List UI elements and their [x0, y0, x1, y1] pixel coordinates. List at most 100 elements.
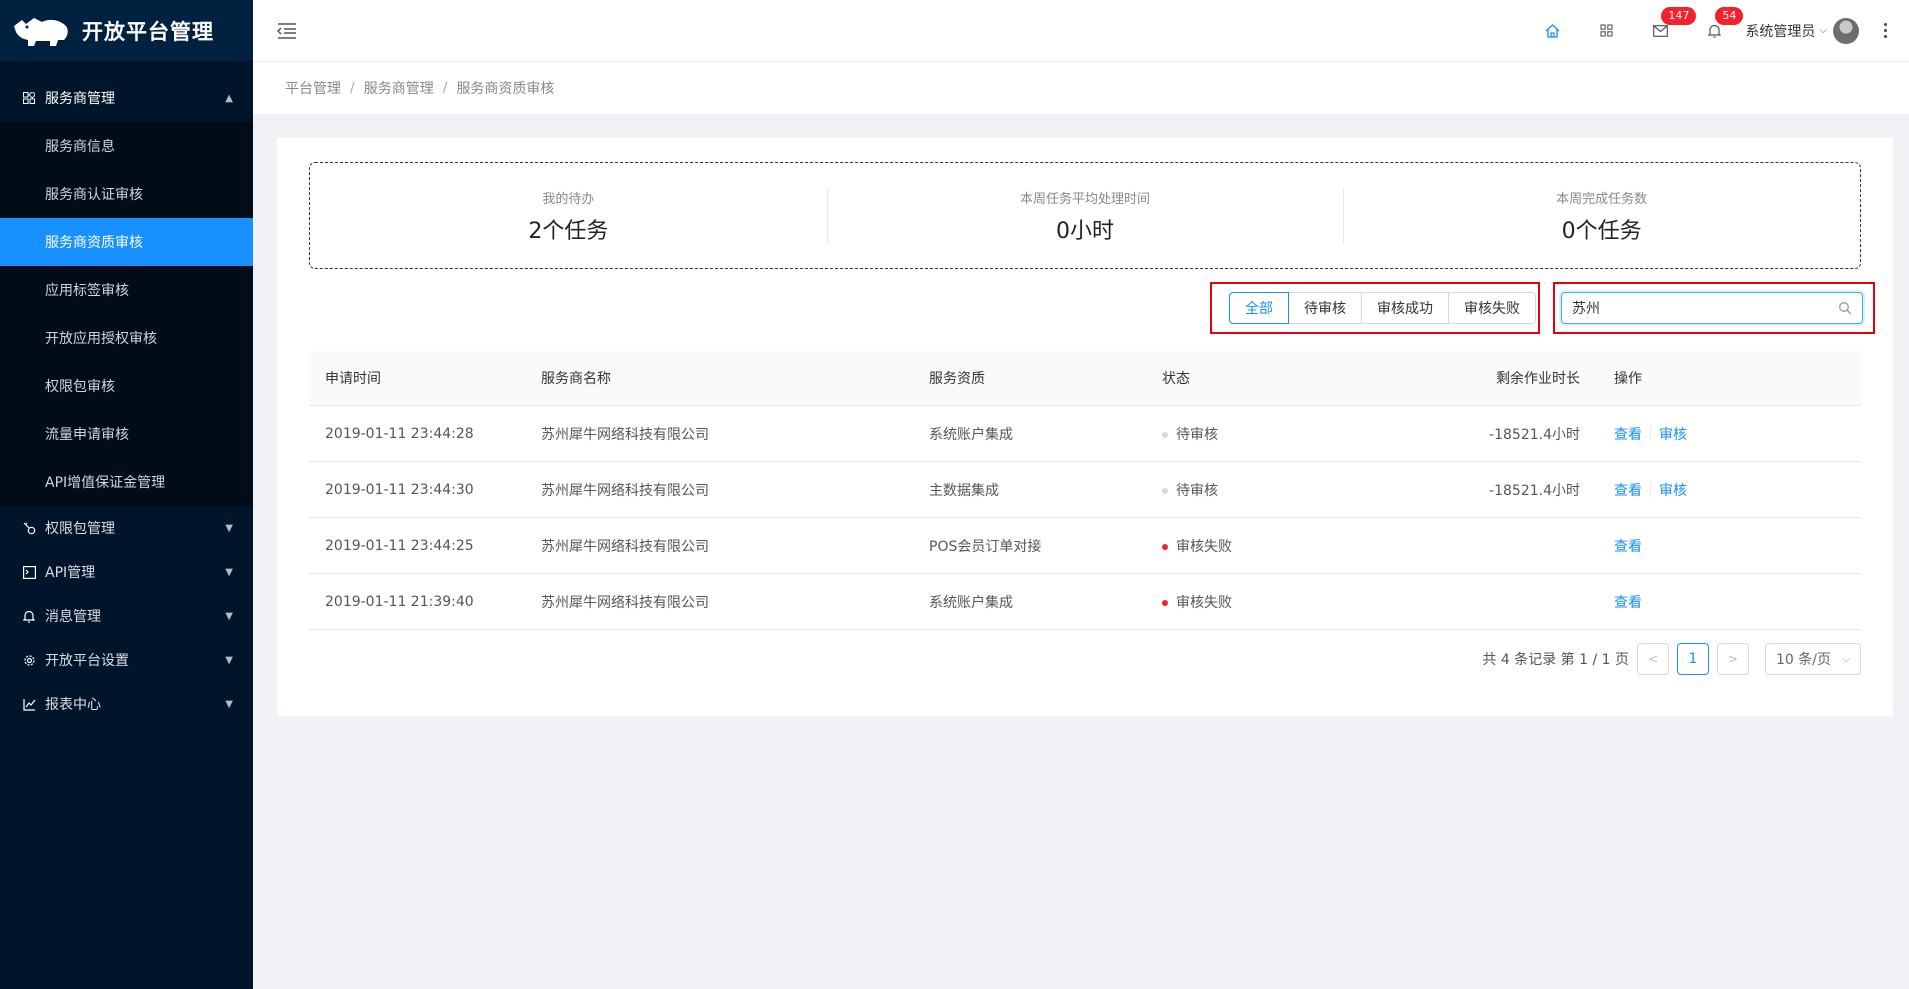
table-row: 2019-01-11 23:44:28 苏州犀牛网络科技有限公司 系统账户集成 … — [309, 406, 1861, 462]
apps-button[interactable] — [1579, 0, 1633, 61]
view-link[interactable]: 查看 — [1614, 536, 1642, 556]
status-text: 待审核 — [1176, 426, 1218, 443]
status-dot — [1162, 487, 1168, 494]
filter-approved-button[interactable]: 审核成功 — [1361, 292, 1449, 324]
status-dot — [1162, 431, 1168, 438]
top-header: 147 54 系统管理员 ⌵ — [253, 0, 1909, 61]
sidebar-item-permission-package[interactable]: 权限包管理 ▼ — [0, 506, 253, 550]
menu-item-label: 报表中心 — [45, 697, 101, 713]
column-header-qualification: 服务资质 — [929, 371, 985, 387]
next-page-button[interactable]: > — [1717, 643, 1749, 675]
avatar — [1833, 17, 1859, 44]
user-menu[interactable]: 系统管理员 ⌵ — [1745, 17, 1859, 44]
breadcrumb-item-provider[interactable]: 服务商管理 — [364, 78, 434, 98]
cell-status: 审核失败 — [1162, 592, 1392, 612]
submenu-provider: 服务商信息 服务商认证审核 服务商资质审核 应用标签审核 开放应用授权审核 权限… — [0, 122, 253, 506]
sidebar-item-provider-info[interactable]: 服务商信息 — [0, 122, 253, 170]
page-number-button[interactable]: 1 — [1677, 643, 1709, 675]
notification-button[interactable]: 54 — [1687, 0, 1744, 61]
stat-avg-time: 本周任务平均处理时间 0小时 — [826, 187, 1344, 244]
chevron-down-icon: ▼ — [225, 698, 233, 710]
sidebar-item-api-deposit[interactable]: API增值保证金管理 — [0, 458, 253, 506]
table-row: 2019-01-11 23:44:30 苏州犀牛网络科技有限公司 主数据集成 待… — [309, 462, 1861, 518]
rhino-logo-icon — [14, 17, 68, 46]
menu-item-label: 消息管理 — [45, 609, 101, 625]
user-name: 系统管理员 — [1745, 23, 1816, 40]
cell-qualification: 系统账户集成 — [929, 594, 1013, 611]
cell-qualification: POS会员订单对接 — [929, 538, 1042, 555]
view-link[interactable]: 查看 — [1614, 592, 1642, 612]
cell-qualification: 主数据集成 — [929, 482, 999, 499]
cell-status: 待审核 — [1162, 480, 1392, 500]
cell-qualification: 系统账户集成 — [929, 426, 1013, 443]
home-button[interactable] — [1525, 0, 1579, 61]
prev-page-button[interactable]: < — [1637, 643, 1669, 675]
sidebar: 开放平台管理 服务商管理 ▲ 服务商信息 服务商认证审核 服务商资质审核 应用标… — [0, 0, 253, 989]
stat-label: 本周任务平均处理时间 — [1020, 191, 1151, 207]
cell-status: 审核失败 — [1162, 536, 1392, 556]
status-text: 待审核 — [1176, 482, 1218, 499]
review-link[interactable]: 审核 — [1659, 424, 1687, 444]
table-row: 2019-01-11 21:39:40 苏州犀牛网络科技有限公司 系统账户集成 … — [309, 574, 1861, 630]
chevron-down-icon: ▼ — [225, 566, 233, 578]
sidebar-item-traffic-review[interactable]: 流量申请审核 — [0, 410, 253, 458]
cell-time: 2019-01-11 23:44:25 — [325, 537, 474, 554]
cell-name: 苏州犀牛网络科技有限公司 — [541, 426, 709, 443]
action-divider — [1650, 426, 1651, 441]
review-table: 申请时间 服务商名称 服务资质 状态 剩余作业时长 操作 2019-01-11 … — [309, 351, 1861, 630]
breadcrumb: 平台管理 / 服务商管理 / 服务商资质审核 — [253, 61, 1909, 114]
cell-remaining: -18521.4小时 — [1489, 426, 1580, 443]
cell-remaining: -18521.4小时 — [1489, 482, 1580, 499]
filter-all-button[interactable]: 全部 — [1229, 292, 1289, 324]
filter-pending-button[interactable]: 待审核 — [1288, 292, 1362, 324]
stat-value: 0小时 — [1056, 218, 1114, 244]
sidebar-item-message-management[interactable]: 消息管理 ▼ — [0, 594, 253, 638]
sidebar-item-api-management[interactable]: API管理 ▼ — [0, 550, 253, 594]
filter-rejected-button[interactable]: 审核失败 — [1448, 292, 1536, 324]
stat-label: 我的待办 — [542, 191, 595, 207]
notification-badge: 54 — [1715, 7, 1744, 25]
status-text: 审核失败 — [1176, 594, 1232, 611]
mail-icon — [1653, 24, 1668, 37]
stat-value: 0个任务 — [1561, 218, 1642, 244]
sidebar-item-provider-cert-review[interactable]: 服务商认证审核 — [0, 170, 253, 218]
menu-item-label: 开放平台设置 — [45, 653, 129, 669]
pagination-summary: 共 4 条记录 第 1 / 1 页 — [1482, 652, 1629, 668]
mail-button[interactable]: 147 — [1633, 0, 1697, 61]
cell-actions: 查看 审核 — [1590, 480, 1861, 500]
menu-header-label: 服务商管理 — [45, 91, 115, 107]
sidebar-item-permission-package-review[interactable]: 权限包审核 — [0, 362, 253, 410]
menu-header-provider-management[interactable]: 服务商管理 ▲ — [0, 74, 253, 122]
menu-fold-icon[interactable] — [277, 22, 297, 40]
cell-name: 苏州犀牛网络科技有限公司 — [541, 594, 709, 611]
key-icon — [22, 521, 36, 535]
sidebar-item-app-auth-review[interactable]: 开放应用授权审核 — [0, 314, 253, 362]
more-icon[interactable] — [1879, 23, 1891, 38]
review-link[interactable]: 审核 — [1659, 480, 1687, 500]
cell-status: 待审核 — [1162, 424, 1392, 444]
cell-name: 苏州犀牛网络科技有限公司 — [541, 538, 709, 555]
sidebar-item-app-tag-review[interactable]: 应用标签审核 — [0, 266, 253, 314]
page-size-select[interactable]: 10 条/页 ⌵ — [1765, 643, 1861, 675]
view-link[interactable]: 查看 — [1614, 480, 1642, 500]
status-dot — [1162, 543, 1168, 550]
menu-item-label: API管理 — [45, 565, 96, 581]
menu-group-provider: 服务商管理 ▲ 服务商信息 服务商认证审核 服务商资质审核 应用标签审核 开放应… — [0, 74, 253, 506]
search-input[interactable] — [1572, 300, 1838, 316]
chevron-down-icon: ▼ — [225, 654, 233, 666]
status-dot — [1162, 599, 1168, 606]
status-filter: 全部 待审核 审核成功 审核失败 — [1229, 292, 1536, 324]
menu-item-label: 权限包管理 — [45, 521, 115, 537]
sidebar-item-platform-settings[interactable]: 开放平台设置 ▼ — [0, 638, 253, 682]
column-header-name: 服务商名称 — [541, 371, 611, 387]
status-text: 审核失败 — [1176, 538, 1232, 555]
breadcrumb-item-platform[interactable]: 平台管理 — [285, 78, 341, 98]
view-link[interactable]: 查看 — [1614, 424, 1642, 444]
search-icon[interactable] — [1838, 301, 1852, 315]
logo[interactable]: 开放平台管理 — [0, 0, 253, 61]
page-size-value: 10 条/页 — [1776, 652, 1831, 668]
stat-value: 2个任务 — [528, 218, 609, 244]
sidebar-item-report-center[interactable]: 报表中心 ▼ — [0, 682, 253, 726]
sidebar-item-provider-qualification-review[interactable]: 服务商资质审核 — [0, 218, 253, 266]
cell-time: 2019-01-11 23:44:30 — [325, 481, 474, 498]
